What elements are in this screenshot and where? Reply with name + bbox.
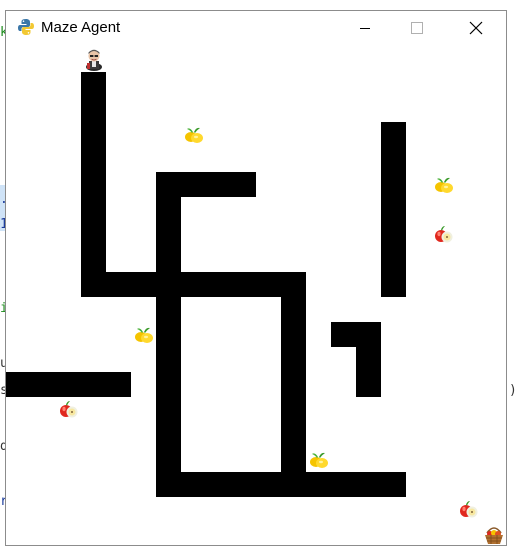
maze-wall — [281, 272, 306, 497]
lemon-icon — [185, 127, 203, 143]
lemon-icon — [310, 452, 328, 468]
apple-icon — [435, 226, 453, 243]
screen: k . 1 i u s d r ) Maze Agent — [0, 0, 518, 548]
maze-canvas[interactable] — [6, 44, 506, 545]
lemon-icon — [435, 177, 453, 193]
background-editor-right: ) — [507, 0, 518, 548]
maze-wall — [381, 122, 406, 297]
python-app-icon — [18, 19, 34, 35]
window-title: Maze Agent — [41, 19, 121, 36]
maximize-icon — [411, 21, 423, 34]
maze-wall — [356, 322, 381, 397]
maximize-button[interactable] — [394, 11, 440, 44]
lemon-icon — [135, 327, 153, 343]
maze-wall — [81, 72, 106, 297]
minimize-icon — [360, 27, 370, 29]
title-bar[interactable]: Maze Agent — [6, 11, 506, 44]
apple-icon — [60, 401, 78, 418]
maze-agent-window: Maze Agent — [5, 10, 507, 546]
maze-wall — [81, 272, 306, 297]
maze-wall — [156, 472, 406, 497]
maze-wall — [156, 172, 181, 497]
editor-char: ) — [509, 384, 517, 398]
fruit-basket-icon — [485, 527, 503, 544]
apple-icon — [460, 501, 478, 518]
agent-character-icon — [86, 49, 102, 71]
close-icon — [469, 21, 483, 34]
maze-wall — [6, 372, 131, 397]
close-button[interactable] — [453, 11, 499, 44]
minimize-button[interactable] — [342, 11, 388, 44]
